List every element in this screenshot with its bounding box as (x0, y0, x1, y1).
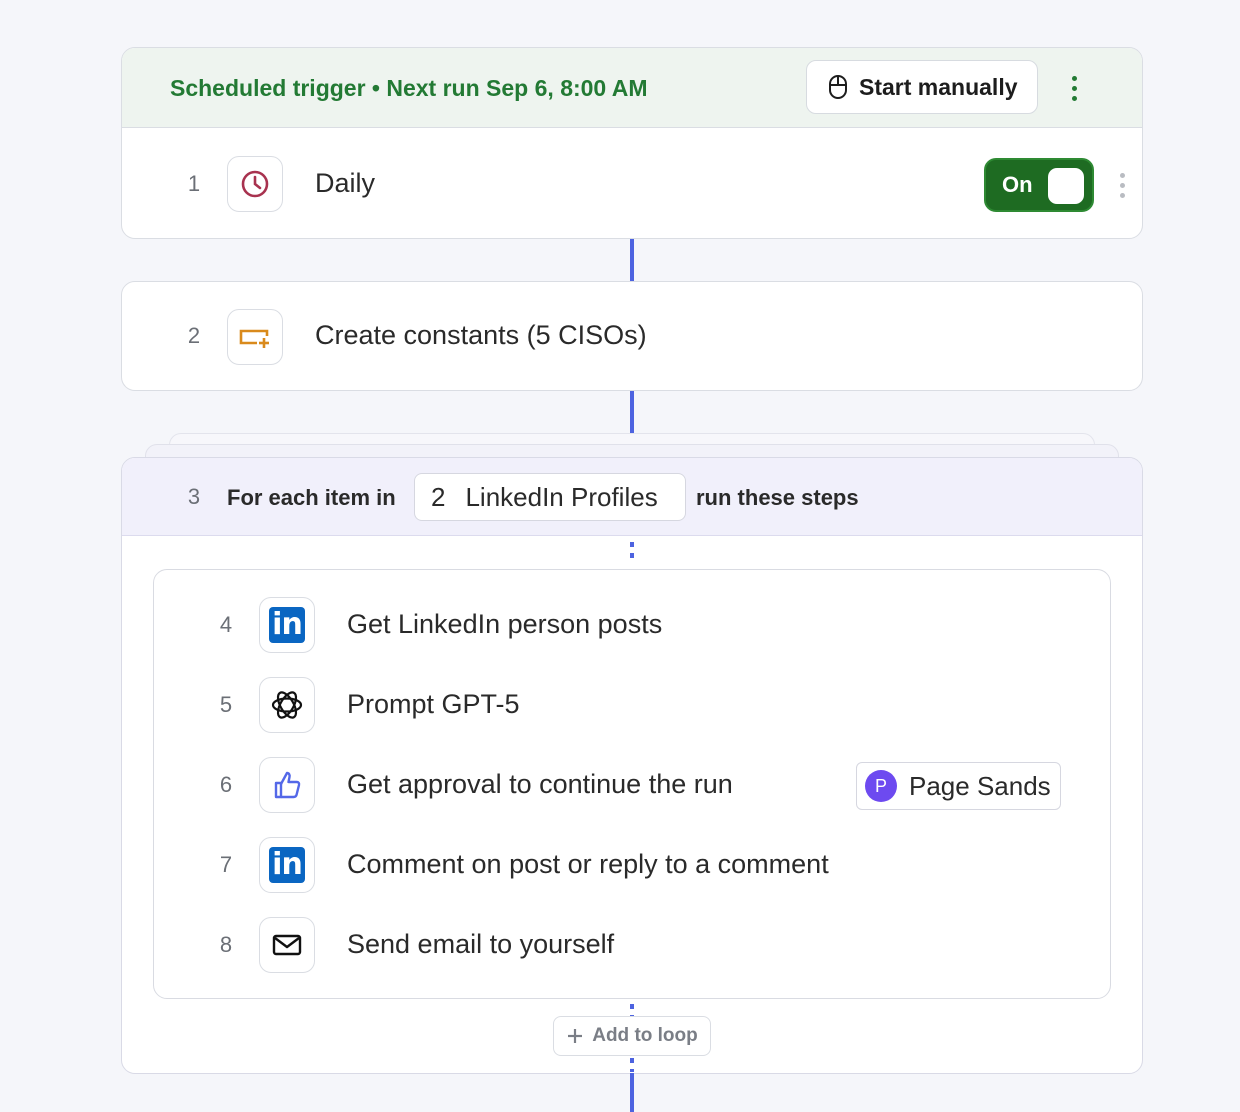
step-number: 1 (187, 171, 201, 196)
step-label[interactable]: Send email to yourself (347, 929, 614, 960)
step-number: 7 (219, 852, 233, 877)
loop-suffix: run these steps (696, 485, 859, 510)
step-label[interactable]: Get approval to continue the run (347, 769, 733, 800)
toggle-knob (1048, 168, 1084, 204)
step-card-create-constants[interactable]: 2 Create constants (5 CISOs) (121, 281, 1143, 391)
mail-icon (259, 917, 315, 973)
assignee-chip[interactable]: P Page Sands (856, 762, 1061, 810)
schedule-more-menu-icon[interactable] (1112, 170, 1132, 200)
add-variable-icon (227, 309, 283, 365)
step-number: 4 (219, 612, 233, 637)
step-label[interactable]: Prompt GPT-5 (347, 689, 520, 720)
schedule-toggle[interactable]: On (984, 158, 1094, 212)
add-to-loop-button[interactable]: Add to loop (553, 1016, 711, 1056)
step-label[interactable]: Get LinkedIn person posts (347, 609, 662, 640)
loop-source-pill[interactable]: 2 LinkedIn Profiles (414, 473, 686, 521)
toggle-label: On (1002, 172, 1033, 197)
step-label: Create constants (5 CISOs) (315, 320, 647, 350)
linkedin-icon: in (259, 597, 315, 653)
trigger-more-menu-icon[interactable] (1062, 73, 1086, 103)
connector-dotted (630, 1058, 634, 1072)
thumbs-up-icon (259, 757, 315, 813)
loop-source-label: LinkedIn Profiles (465, 481, 658, 512)
connector-dotted (630, 542, 634, 564)
add-to-loop-label: Add to loop (592, 1025, 698, 1046)
step-number: 2 (187, 323, 201, 348)
start-manually-button[interactable]: Start manually (806, 60, 1038, 114)
step-number: 5 (219, 692, 233, 717)
start-manually-label: Start manually (859, 73, 1018, 100)
connector-line (630, 1073, 634, 1112)
connector-line (630, 391, 634, 433)
loop-source-number: 2 (431, 481, 446, 512)
loop-steps-card: 4 in Get LinkedIn person posts 5 Prompt … (153, 569, 1111, 999)
plus-icon (568, 1029, 583, 1043)
openai-icon (259, 677, 315, 733)
assignee-name: Page Sands (909, 770, 1051, 801)
mouse-icon (829, 75, 847, 99)
schedule-row[interactable]: 1 Daily On (122, 128, 1142, 238)
loop-header[interactable]: 3 For each item in 2 LinkedIn Profiles r… (122, 458, 1142, 536)
connector-line (630, 239, 634, 281)
loop-prefix: For each item in (227, 485, 396, 510)
trigger-header: Scheduled trigger • Next run Sep 6, 8:00… (122, 48, 1142, 128)
trigger-card: Scheduled trigger • Next run Sep 6, 8:00… (121, 47, 1143, 239)
step-label[interactable]: Comment on post or reply to a comment (347, 849, 829, 880)
clock-icon (227, 156, 283, 212)
avatar: P (865, 770, 897, 802)
step-number: 3 (187, 484, 201, 509)
step-number: 6 (219, 772, 233, 797)
step-label: Daily (315, 168, 376, 198)
linkedin-icon: in (259, 837, 315, 893)
trigger-summary: Scheduled trigger • Next run Sep 6, 8:00… (170, 75, 648, 101)
step-number: 8 (219, 932, 233, 957)
